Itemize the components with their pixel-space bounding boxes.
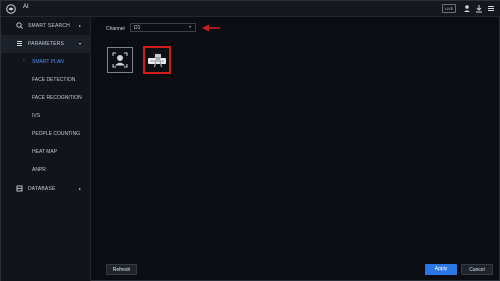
window-title: AI [23,4,29,10]
sidebar-subitem-people-counting[interactable]: PEOPLE COUNTING [1,125,91,143]
sidebar-subitem-label: IVS [32,113,41,119]
settings-icon [17,41,22,46]
channel-select[interactable]: D1 ▾ [130,23,196,32]
sidebar-subitem-label: ANPR [32,167,46,173]
user-icon[interactable] [463,4,471,13]
channel-label: Channel [106,26,125,32]
channel-select-value: D1 [134,25,141,31]
sidebar-subitem-label: FACE RECOGNITION [32,95,82,101]
sidebar: SMART SEARCH ▸ PARAMETERS ▾ › SMART PLAN… [1,17,91,281]
sidebar-item-label: PARAMETERS [28,41,65,47]
search-icon [16,22,23,29]
sidebar-subitem-heat-map[interactable]: HEAT MAP [1,143,91,161]
cancel-button[interactable]: Cancel [461,264,493,275]
chevron-down-icon: ▾ [189,24,192,29]
sidebar-subitem-smart-plan[interactable]: › SMART PLAN [1,53,91,71]
anpr-plan-card[interactable] [143,46,171,74]
sidebar-item-smart-search[interactable]: SMART SEARCH ▸ [1,17,91,35]
sidebar-subitem-face-recognition[interactable]: FACE RECOGNITION [1,89,91,107]
sidebar-subitem-label: PEOPLE COUNTING [32,131,81,137]
app-window: AI LIVE SMART SEARCH ▸ PARAMETERS ▾ › SM… [0,0,500,281]
sidebar-item-label: DATABASE [28,186,56,192]
sidebar-subitem-label: SMART PLAN [32,59,64,65]
red-arrow-icon [202,24,220,32]
refresh-button[interactable]: Refresh [106,264,137,275]
anpr-icon [148,53,166,68]
sidebar-subitem-anpr[interactable]: ANPR [1,161,91,179]
main-content: Channel D1 ▾ Refresh Apply Cancel [92,17,500,281]
sidebar-item-label: SMART SEARCH [28,23,70,29]
download-icon[interactable] [475,4,483,13]
apply-button[interactable]: Apply [425,264,457,275]
title-bar: AI LIVE [1,1,500,17]
app-logo-icon [6,4,16,14]
database-icon [16,185,23,192]
live-button[interactable]: LIVE [442,4,456,13]
chevron-down-icon: ▾ [79,41,82,46]
sidebar-item-parameters[interactable]: PARAMETERS ▾ [1,35,91,53]
sidebar-subitem-label: HEAT MAP [32,149,58,155]
sidebar-subitem-label: FACE DETECTION [32,77,76,83]
sidebar-subitem-face-detection[interactable]: FACE DETECTION [1,71,91,89]
chevron-right-icon: ▸ [79,23,82,28]
face-recognition-plan-card[interactable] [107,47,133,73]
sidebar-subitem-ivs[interactable]: IVS [1,107,91,125]
face-recognition-icon [112,52,128,68]
chevron-right-icon: › [23,58,25,64]
sidebar-item-database[interactable]: DATABASE ▸ [1,180,91,198]
menu-icon[interactable] [487,4,495,13]
chevron-right-icon: ▸ [79,186,82,191]
